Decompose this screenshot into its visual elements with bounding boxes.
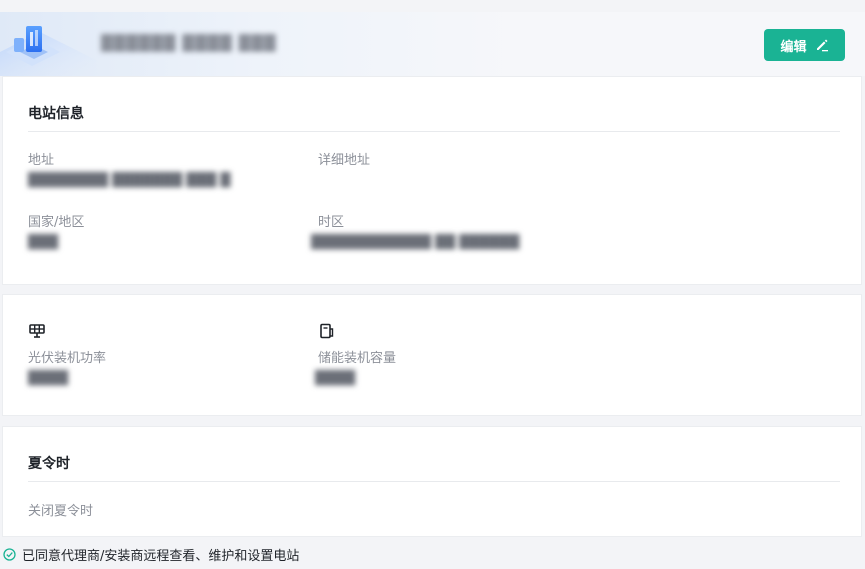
address-label: 地址 — [28, 153, 55, 168]
battery-storage-icon — [318, 322, 336, 340]
dst-status: 关闭夏令时 — [28, 504, 94, 519]
dst-card: 夏令时 关闭夏令时 — [2, 426, 862, 537]
check-circle-icon — [3, 547, 16, 561]
country-region-label: 国家/地区 — [28, 215, 85, 230]
pencil-icon — [815, 38, 829, 52]
divider — [28, 481, 840, 482]
detailed-address-label: 详细地址 — [318, 153, 371, 168]
station-info-card: 电站信息 地址 ████████ ███████ ███ █ 详细地址 国家/地… — [2, 76, 862, 285]
storage-capacity-label: 储能装机容量 — [318, 351, 397, 366]
capacity-card: 光伏装机功率 ████ 储能装机容量 ████ — [2, 294, 862, 416]
agreement-notice: 已同意代理商/安装商远程查看、维护和设置电站 — [3, 545, 300, 564]
station-logo — [0, 12, 96, 76]
storage-capacity-value: ████ — [315, 371, 355, 386]
station-info-title: 电站信息 — [28, 106, 84, 122]
address-value: ████████ ███████ ███ █ — [28, 173, 231, 188]
station-name: ██████ ████ ███ — [101, 34, 277, 52]
station-header: ██████ ████ ███ 编辑 — [0, 12, 865, 76]
edit-button-label: 编辑 — [780, 39, 807, 55]
pv-capacity-label: 光伏装机功率 — [28, 351, 107, 366]
timezone-label: 时区 — [318, 215, 345, 230]
edit-button[interactable]: 编辑 — [764, 29, 845, 61]
solar-panel-icon — [28, 322, 46, 340]
pv-capacity-value: ████ — [28, 371, 68, 386]
agreement-text: 已同意代理商/安装商远程查看、维护和设置电站 — [22, 548, 300, 564]
dst-title: 夏令时 — [28, 456, 70, 472]
country-region-value: ███ — [28, 235, 58, 250]
timezone-value: ████████████ ██ ██████ — [311, 235, 520, 250]
divider — [28, 131, 840, 132]
